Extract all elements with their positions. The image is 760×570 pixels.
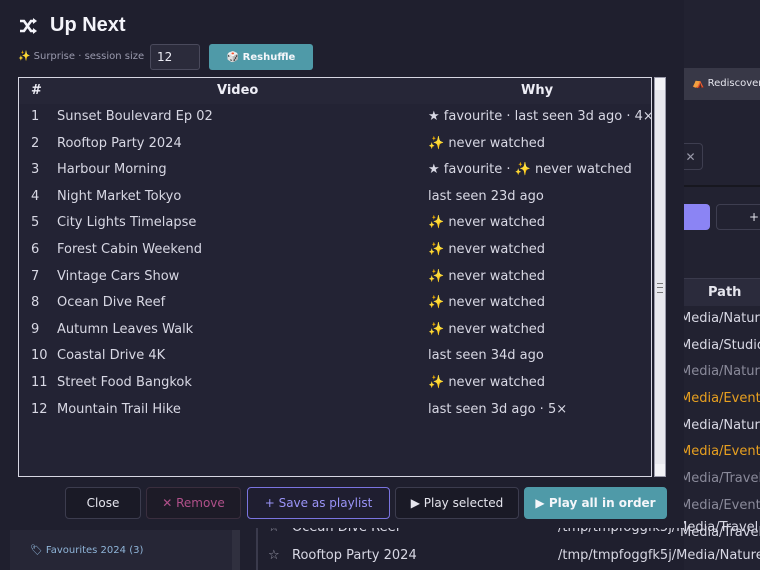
- column-header-number[interactable]: #: [31, 83, 42, 98]
- row-video: City Lights Timelapse: [57, 215, 197, 231]
- close-button[interactable]: Close: [65, 487, 141, 519]
- column-header-why[interactable]: Why: [521, 83, 553, 98]
- row-number: 5: [31, 215, 40, 231]
- table-row[interactable]: 4 Night Market Tokyo last seen 23d ago: [19, 184, 651, 211]
- row-video: Ocean Dive Reef: [57, 295, 166, 311]
- row-number: 10: [31, 348, 48, 364]
- path-cell: Media/Events: [680, 391, 760, 407]
- row-video: Coastal Drive 4K: [57, 348, 166, 364]
- save-as-playlist-button[interactable]: + Save as playlist: [247, 487, 390, 519]
- path-column: Media/Nature Media/Studio Media/Nature M…: [680, 306, 760, 546]
- table-row[interactable]: 9 Autumn Leaves Walk ✨ never watched: [19, 317, 651, 344]
- path-cell: Media/Studio: [680, 337, 760, 353]
- reshuffle-button[interactable]: 🎲 Reshuffle: [209, 44, 313, 70]
- column-header-video[interactable]: Video: [217, 83, 258, 98]
- row-video: Autumn Leaves Walk: [57, 321, 194, 337]
- row-number: 1: [31, 109, 40, 124]
- list-item-path: /tmp/tmpfoggfk5j/Media/Nature: [558, 548, 760, 563]
- session-size-input[interactable]: [150, 44, 200, 70]
- grip-icon: [657, 283, 663, 293]
- table-header: # Video Why: [19, 78, 651, 104]
- row-video: Harbour Morning: [57, 162, 167, 178]
- table-row[interactable]: 10 Coastal Drive 4K last seen 34d ago: [19, 343, 651, 370]
- up-next-dialog: Up Next ✨ Surprise · session size 🎲 Resh…: [0, 0, 684, 528]
- sidebar-scrollbar[interactable]: [232, 530, 240, 570]
- path-column-header[interactable]: Path: [684, 278, 760, 306]
- row-video: Rooftop Party 2024: [57, 135, 182, 151]
- scrollbar-thumb[interactable]: [655, 90, 665, 464]
- table-row[interactable]: 12 Mountain Trail Hike last seen 3d ago · …: [19, 397, 651, 424]
- path-cell: Media/Events: [680, 444, 760, 460]
- add-button[interactable]: +: [716, 204, 760, 230]
- up-next-table: # Video Why 1 Sunset Boulevard Ep 02 ★ fav…: [18, 77, 652, 477]
- row-number: 4: [31, 188, 40, 204]
- path-cell: Media/Nature: [680, 417, 760, 433]
- table-row[interactable]: 11 Street Food Bangkok ✨ never watched: [19, 370, 651, 397]
- row-why: last seen 23d ago: [428, 188, 544, 204]
- row-why: ✨ never watched: [428, 215, 546, 231]
- play-selected-button[interactable]: ▶ Play selected: [395, 487, 519, 519]
- dialog-title: Up Next: [50, 14, 126, 36]
- remove-button[interactable]: ✕ Remove: [146, 487, 241, 519]
- table-row[interactable]: 3 Harbour Morning ★ favourite · ✨ never wa…: [19, 157, 651, 184]
- row-number: 7: [31, 268, 40, 284]
- session-mode-label: ✨ Surprise · session size: [18, 51, 145, 62]
- row-why: ✨ never watched: [428, 135, 546, 151]
- row-video: Vintage Cars Show: [57, 268, 180, 284]
- row-number: 2: [31, 135, 40, 151]
- path-cell: Media/Events: [680, 497, 760, 513]
- table-body: 1 Sunset Boulevard Ep 02 ★ favourite · las…: [19, 104, 651, 423]
- row-number: 8: [31, 295, 40, 311]
- row-number: 9: [31, 321, 40, 337]
- row-why: ✨ never watched: [428, 321, 546, 337]
- row-video: Mountain Trail Hike: [57, 401, 181, 417]
- row-why: ★ favourite · last seen 3d ago · 4×: [428, 109, 651, 124]
- scroll-down-arrow[interactable]: [655, 464, 665, 476]
- rediscover-button[interactable]: ⛺ Rediscover: [684, 68, 760, 100]
- scroll-up-arrow[interactable]: [655, 78, 665, 90]
- table-row[interactable]: 7 Vintage Cars Show ✨ never watched: [19, 264, 651, 291]
- row-why: last seen 34d ago: [428, 348, 544, 364]
- table-row[interactable]: 1 Sunset Boulevard Ep 02 ★ favourite · las…: [19, 104, 651, 131]
- list-item-name: Rooftop Party 2024: [292, 548, 417, 563]
- row-why: ✨ never watched: [428, 268, 546, 284]
- row-why: ★ favourite · ✨ never watched: [428, 162, 632, 178]
- row-why: ✨ never watched: [428, 295, 546, 311]
- row-why: ✨ never watched: [428, 241, 546, 257]
- row-number: 12: [31, 401, 48, 417]
- table-row[interactable]: 8 Ocean Dive Reef ✨ never watched: [19, 290, 651, 317]
- row-number: 11: [31, 374, 48, 390]
- row-video: Sunset Boulevard Ep 02: [57, 109, 213, 124]
- sidebar-item-favourites[interactable]: 🏷 Favourites 2024 (3): [30, 545, 143, 556]
- path-cell: Media/Nature: [680, 311, 760, 326]
- row-video: Forest Cabin Weekend: [57, 241, 202, 257]
- table-row[interactable]: 2 Rooftop Party 2024 ✨ never watched: [19, 131, 651, 158]
- row-number: 6: [31, 241, 40, 257]
- row-video: Street Food Bangkok: [57, 374, 192, 390]
- table-row[interactable]: 5 City Lights Timelapse ✨ never watched: [19, 210, 651, 237]
- table-row[interactable]: 6 Forest Cabin Weekend ✨ never watched: [19, 237, 651, 264]
- divider: [684, 185, 760, 187]
- path-cell: Media/Nature: [680, 364, 760, 380]
- path-cell: Media/Travel: [680, 471, 760, 487]
- row-why: last seen 3d ago · 5×: [428, 401, 568, 417]
- list-item[interactable]: ☆ Rooftop Party 2024/tmp/tmpfoggfk5j/Medi…: [268, 548, 760, 568]
- row-video: Night Market Tokyo: [57, 188, 182, 204]
- row-number: 3: [31, 162, 40, 178]
- shuffle-icon: [20, 18, 37, 34]
- table-scrollbar[interactable]: [654, 77, 666, 477]
- row-why: ✨ never watched: [428, 374, 546, 390]
- star-icon[interactable]: ☆: [268, 548, 292, 563]
- play-all-button[interactable]: ▶ Play all in order: [524, 487, 667, 519]
